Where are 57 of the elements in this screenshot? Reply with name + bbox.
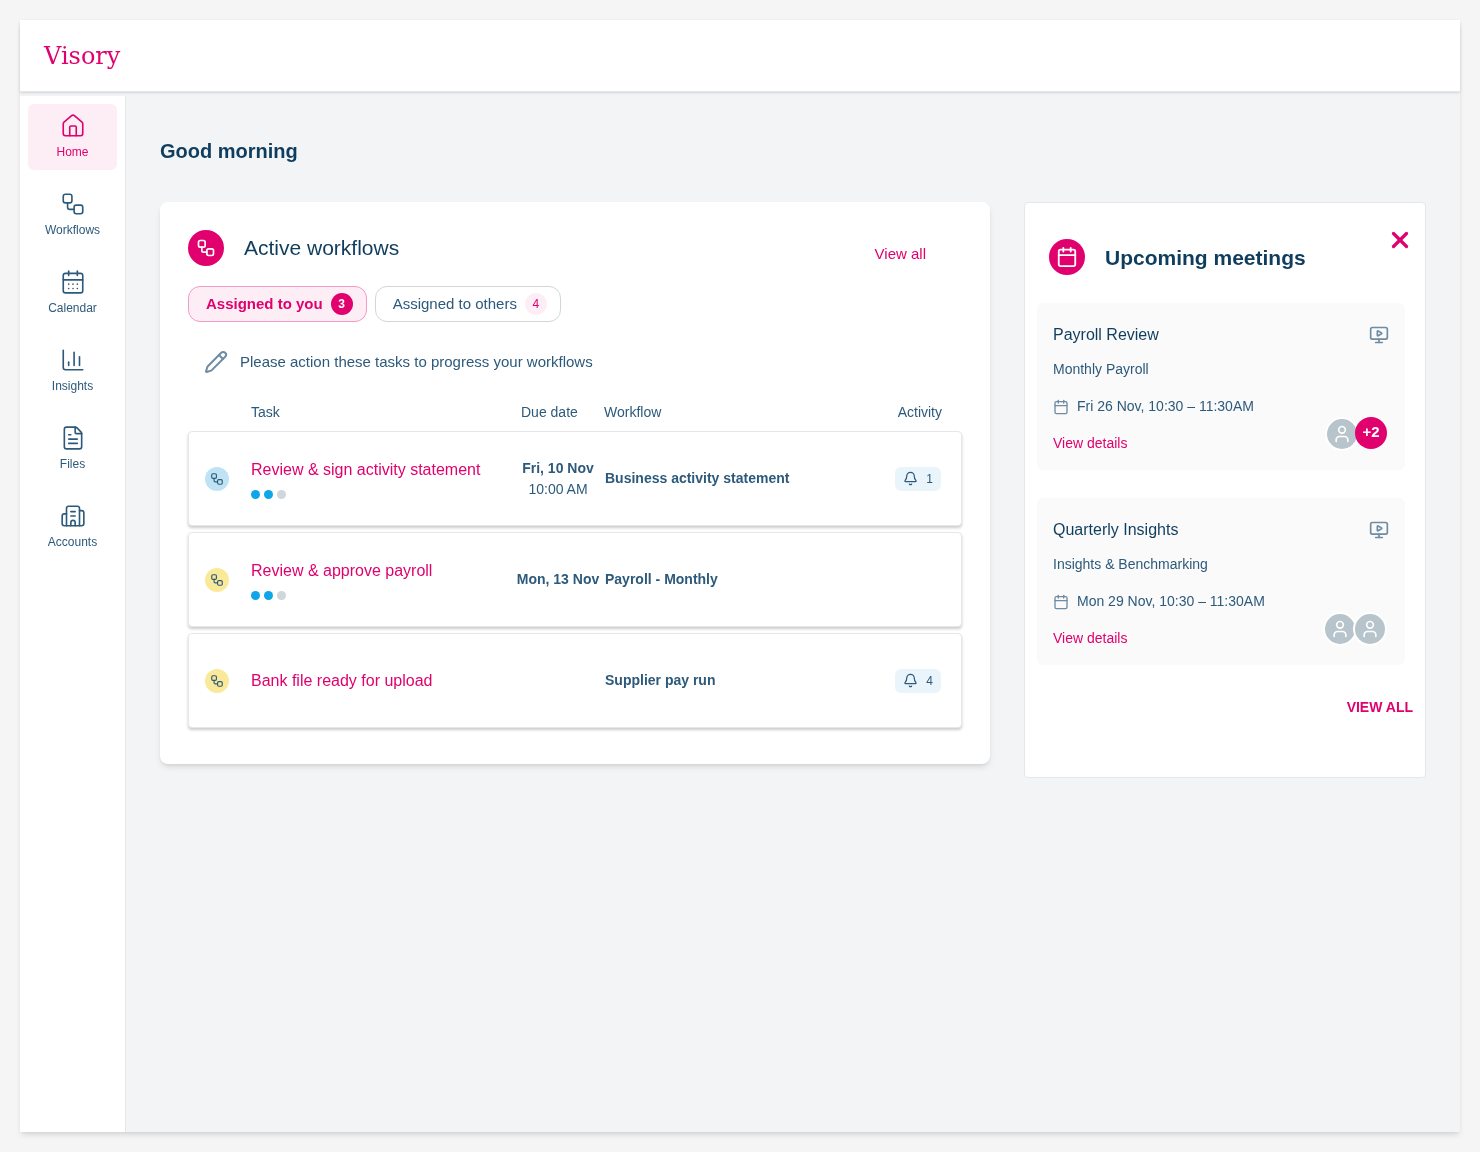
activity-badge[interactable]: 1: [895, 466, 941, 491]
card-title: Active workflows: [244, 235, 400, 262]
task-title[interactable]: Bank file ready for upload: [251, 668, 521, 693]
view-all-link[interactable]: VIEW ALL: [1346, 697, 1413, 718]
avatar: [1353, 611, 1387, 646]
column-header: Activity: [897, 403, 942, 422]
meeting-subtitle: Monthly Payroll: [1053, 360, 1150, 379]
instruction-text: Please action these tasks to progress your workflows: [240, 351, 593, 372]
nav-item[interactable]: Insights: [28, 338, 117, 404]
filter-tab[interactable]: Assigned to others 4: [374, 286, 561, 322]
calendar-icon: [1049, 239, 1085, 275]
meeting-title: Quarterly Insights: [1053, 520, 1179, 540]
task-row[interactable]: Review & approve payroll Mon, 13 Nov Payroll - Monthly: [188, 532, 962, 627]
due-date: 10:00 AM: [528, 479, 588, 499]
bar-chart-icon: [59, 347, 86, 373]
bell-icon: [903, 673, 919, 688]
video-icon[interactable]: [1369, 520, 1389, 540]
workflow-name: Supplier pay run: [605, 671, 716, 690]
card-title: Upcoming meetings: [1105, 245, 1306, 271]
pencil-icon: [204, 350, 228, 374]
due-date: Fri, 10 Nov: [522, 458, 594, 478]
view-details-link[interactable]: View details: [1053, 433, 1128, 454]
column-header: Workflow: [604, 403, 662, 422]
view-details-link[interactable]: View details: [1053, 628, 1128, 649]
nav-item[interactable]: Home: [28, 104, 117, 170]
building-icon: [59, 503, 86, 529]
workflow-icon: [59, 191, 86, 217]
avatar: [1323, 611, 1357, 646]
nav-item[interactable]: Accounts: [28, 494, 117, 560]
home-icon: [59, 113, 86, 139]
workflow-name: Business activity statement: [605, 469, 790, 488]
calendar-icon: [1053, 593, 1069, 610]
nav-item[interactable]: Calendar: [28, 260, 117, 326]
workflow-icon: [188, 230, 224, 266]
task-row[interactable]: Bank file ready for upload Supplier pay run 4: [188, 633, 962, 728]
workflow-name: Payroll - Monthly: [605, 570, 718, 589]
nav-item[interactable]: Workflows: [28, 182, 117, 248]
due-date: Mon, 13 Nov: [516, 570, 600, 589]
avatar: [1325, 416, 1359, 451]
meeting-subtitle: Insights & Benchmarking: [1053, 555, 1209, 574]
greeting-heading: Good morning: [160, 139, 299, 164]
more-attendees-badge: +2: [1355, 416, 1387, 449]
nav-item[interactable]: Files: [28, 416, 117, 482]
brand-logo[interactable]: Visory: [44, 37, 121, 74]
activity-badge[interactable]: 4: [895, 668, 941, 693]
calendar-icon: [59, 269, 86, 295]
column-header: Task: [251, 403, 281, 422]
view-all-link[interactable]: View all: [874, 242, 926, 266]
video-icon[interactable]: [1369, 325, 1389, 345]
meeting-time: Fri 26 Nov, 10:30 – 11:30AM: [1077, 397, 1254, 416]
calendar-icon: [1053, 398, 1069, 415]
bell-icon: [903, 471, 919, 486]
meeting-time: Mon 29 Nov, 10:30 – 11:30AM: [1077, 592, 1265, 611]
column-header: Due date: [521, 403, 579, 422]
filter-tab[interactable]: Assigned to you 3: [188, 286, 367, 322]
task-title[interactable]: Review & sign activity statement: [251, 458, 521, 482]
meeting-title: Payroll Review: [1053, 325, 1159, 345]
